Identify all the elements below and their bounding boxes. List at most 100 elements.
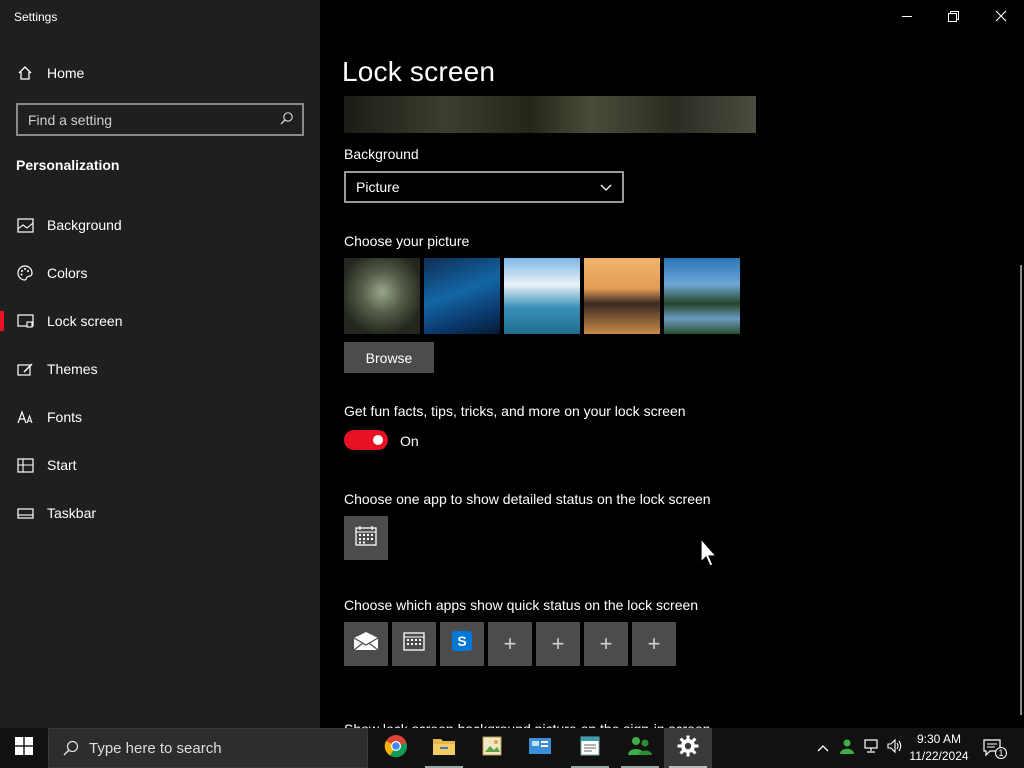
taskbar-notepad[interactable] <box>566 728 614 768</box>
sidebar-item-taskbar[interactable]: Taskbar <box>0 493 320 533</box>
quick-status-add-button-2[interactable]: + <box>536 622 580 666</box>
chevron-up-icon <box>817 739 829 757</box>
background-dropdown[interactable]: Picture <box>344 171 624 203</box>
sidebar-item-label: Fonts <box>47 409 83 425</box>
background-label: Background <box>344 146 419 162</box>
home-icon <box>16 64 34 82</box>
taskbar-people[interactable] <box>616 728 664 768</box>
quick-status-mail-button[interactable] <box>344 622 388 666</box>
picture-thumbnail-2[interactable] <box>424 258 500 334</box>
taskbar: Type here to search 9:30 AM 11/22/2024 1 <box>0 728 1024 768</box>
notification-icon: 1 <box>983 739 1007 759</box>
sidebar-home[interactable]: Home <box>16 62 84 84</box>
clock-time: 9:30 AM <box>916 732 962 746</box>
quick-status-calendar-button[interactable] <box>392 622 436 666</box>
sidebar-item-fonts[interactable]: Fonts <box>0 397 320 437</box>
control-panel-icon <box>528 736 552 761</box>
search-placeholder: Find a setting <box>28 111 113 128</box>
toggle-knob <box>373 435 383 445</box>
photo-viewer-icon <box>481 735 503 762</box>
plus-icon: + <box>551 631 565 656</box>
picture-thumbnail-4[interactable] <box>584 258 660 334</box>
plus-icon: + <box>647 631 661 656</box>
sidebar-item-label: Colors <box>47 265 88 281</box>
chrome-icon <box>384 734 408 763</box>
plus-icon: + <box>599 631 613 656</box>
quick-status-skype-button[interactable]: S <box>440 622 484 666</box>
clock-date: 11/22/2024 <box>909 749 969 763</box>
picture-thumbnail-5[interactable] <box>664 258 740 334</box>
fun-facts-toggle[interactable] <box>344 430 388 450</box>
picture-icon <box>16 216 34 234</box>
taskbar-search-box[interactable]: Type here to search <box>48 728 368 768</box>
mouse-cursor-icon <box>700 537 720 573</box>
close-button[interactable] <box>978 0 1024 32</box>
show-hidden-icons-button[interactable] <box>812 728 834 768</box>
sidebar-item-label: Lock screen <box>47 313 123 329</box>
skype-icon: S <box>451 630 473 658</box>
notification-count-badge: 1 <box>995 747 1007 759</box>
sidebar-item-lock-screen[interactable]: Lock screen <box>0 301 320 341</box>
fun-facts-state: On <box>400 433 419 449</box>
restore-button[interactable] <box>930 0 976 32</box>
picture-thumbnail-3[interactable] <box>504 258 580 334</box>
sidebar-item-background[interactable]: Background <box>0 205 320 245</box>
sidebar-item-label: Taskbar <box>47 505 97 521</box>
taskbar-file-explorer[interactable] <box>420 728 468 768</box>
signin-picture-label: Show lock screen background picture on t… <box>344 718 711 728</box>
browse-button[interactable]: Browse <box>344 342 434 373</box>
minimize-button[interactable] <box>884 0 930 32</box>
sidebar-item-colors[interactable]: Colors <box>0 253 320 293</box>
sidebar-item-label: Themes <box>47 361 98 377</box>
sidebar-item-themes[interactable]: Themes <box>0 349 320 389</box>
volume-icon <box>887 738 903 759</box>
fun-facts-label: Get fun facts, tips, tricks, and more on… <box>344 403 686 419</box>
picture-thumbnail-1[interactable] <box>344 258 420 334</box>
main-content: Lock screen Background Picture Choose yo… <box>320 0 1024 728</box>
sidebar-home-label: Home <box>47 65 85 81</box>
search-icon[interactable] <box>280 111 294 128</box>
sidebar-item-start[interactable]: Start <box>0 445 320 485</box>
file-explorer-icon <box>432 736 456 761</box>
close-icon <box>995 10 1007 22</box>
sidebar: Settings Home Find a setting Personaliza… <box>0 0 320 728</box>
lock-screen-preview <box>344 96 756 133</box>
user-account-icon <box>839 738 855 759</box>
action-center-button[interactable]: 1 <box>980 728 1007 768</box>
page-title: Lock screen <box>342 56 496 87</box>
tray-people-button[interactable] <box>836 728 858 768</box>
start-grid-icon <box>16 456 34 474</box>
search-input[interactable]: Find a setting <box>16 103 304 136</box>
plus-icon: + <box>503 631 517 656</box>
choose-picture-label: Choose your picture <box>344 233 470 249</box>
settings-gear-icon <box>677 735 699 762</box>
settings-window: Settings Home Find a setting Personaliza… <box>0 0 1024 728</box>
start-button[interactable] <box>0 728 48 768</box>
app-title: Settings <box>14 10 58 24</box>
taskbar-settings[interactable] <box>664 728 712 768</box>
quick-status-label: Choose which apps show quick status on t… <box>344 597 699 613</box>
taskbar-control-panel[interactable] <box>516 728 564 768</box>
background-dropdown-value: Picture <box>356 179 400 195</box>
font-icon <box>16 408 34 426</box>
sidebar-item-label: Background <box>47 217 122 233</box>
taskbar-icon <box>16 504 34 522</box>
picture-thumbnails <box>344 258 740 334</box>
search-icon <box>63 740 79 756</box>
detailed-status-app-button[interactable] <box>344 516 388 560</box>
volume-button[interactable] <box>884 728 906 768</box>
svg-text:S: S <box>457 633 466 649</box>
quick-status-add-button-4[interactable]: + <box>632 622 676 666</box>
palette-icon <box>16 264 34 282</box>
taskbar-chrome[interactable] <box>372 728 420 768</box>
quick-status-add-button-1[interactable]: + <box>488 622 532 666</box>
taskbar-search-placeholder: Type here to search <box>89 739 222 757</box>
clock[interactable]: 9:30 AM 11/22/2024 <box>904 731 974 765</box>
brush-icon <box>16 360 34 378</box>
active-indicator <box>0 311 4 331</box>
taskbar-photo-viewer[interactable] <box>468 728 516 768</box>
network-button[interactable] <box>860 728 882 768</box>
scrollbar[interactable] <box>1020 265 1022 715</box>
quick-status-add-button-3[interactable]: + <box>584 622 628 666</box>
calendar-icon <box>403 631 425 657</box>
